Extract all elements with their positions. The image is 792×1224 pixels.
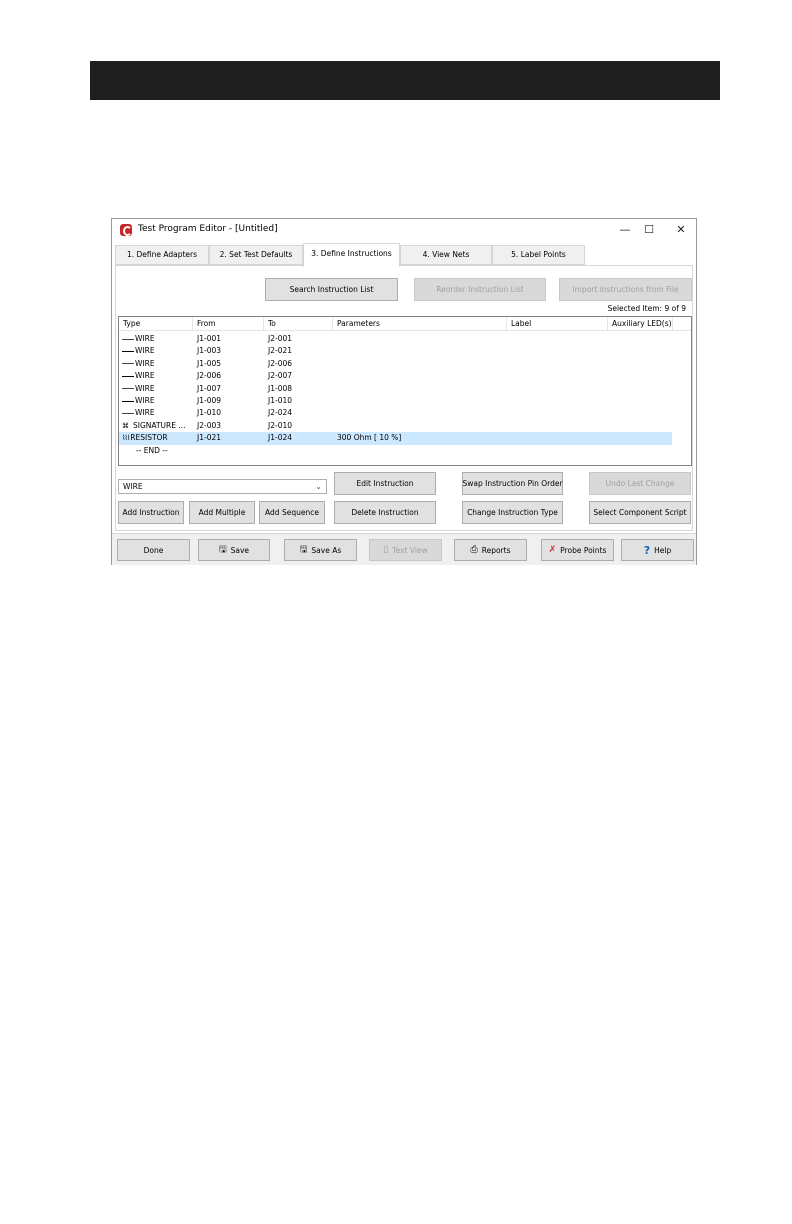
app-logo-icon	[120, 224, 132, 236]
define-instructions-panel: Search Instruction List Reorder Instruct…	[115, 265, 693, 531]
test-program-editor-window: Test Program Editor - [Untitled] — ☐ ✕ 1…	[111, 218, 697, 565]
column-header-from[interactable]: From	[193, 317, 264, 330]
swap-pin-order-button[interactable]: Swap Instruction Pin Order	[462, 472, 563, 495]
document-icon: ▯	[383, 545, 389, 555]
save-as-icon: 🖫	[299, 545, 308, 555]
table-row[interactable]: WIRE J1-007 J1-008	[119, 383, 672, 395]
wire-icon	[122, 412, 134, 414]
table-row[interactable]: WIRE J1-009 J1-010	[119, 395, 672, 407]
wire-icon	[122, 338, 134, 340]
table-row[interactable]: WIRE J1-003 J2-021	[119, 345, 672, 357]
add-multiple-button[interactable]: Add Multiple	[189, 501, 255, 524]
list-header: Type From To Parameters Label Auxiliary …	[119, 317, 691, 331]
tab-define-instructions[interactable]: 3. Define Instructions	[303, 243, 400, 267]
maximize-button[interactable]: ☐	[639, 222, 659, 238]
delete-instruction-button[interactable]: Delete Instruction	[334, 501, 436, 524]
select-component-script-button[interactable]: Select Component Script	[589, 501, 691, 524]
table-row[interactable]: ⌘ SIGNATURE ... J2-003 J2-010	[119, 420, 672, 432]
close-button[interactable]: ✕	[671, 222, 691, 238]
instruction-list[interactable]: Type From To Parameters Label Auxiliary …	[118, 316, 692, 466]
table-row-selected[interactable]: ⌇⌇⌇RESISTOR J1-021 J1-024 300 Ohm [ 10 %…	[119, 432, 672, 445]
resistor-icon: ⌇⌇⌇	[122, 434, 130, 443]
wire-icon	[122, 400, 134, 402]
help-icon: ?	[643, 543, 651, 557]
window-title: Test Program Editor - [Untitled]	[138, 224, 278, 234]
tab-define-adapters[interactable]: 1. Define Adapters	[115, 245, 209, 265]
add-instruction-button[interactable]: Add Instruction	[118, 501, 184, 524]
search-instruction-list-button[interactable]: Search Instruction List	[265, 278, 398, 301]
save-button[interactable]: 🖫 Save	[198, 539, 270, 561]
table-row[interactable]: WIRE J1-005 J2-006	[119, 358, 672, 370]
text-view-button[interactable]: ▯ Text View	[369, 539, 442, 561]
reorder-instruction-list-button[interactable]: Reorder Instruction List	[414, 278, 546, 301]
column-header-type[interactable]: Type	[119, 317, 193, 330]
done-button[interactable]: Done	[117, 539, 190, 561]
instruction-type-select[interactable]: WIRE ⌄	[118, 479, 327, 494]
wire-icon	[122, 350, 134, 352]
title-bar: Test Program Editor - [Untitled] — ☐ ✕	[112, 219, 696, 243]
tab-set-test-defaults[interactable]: 2. Set Test Defaults	[209, 245, 303, 265]
column-header-to[interactable]: To	[264, 317, 333, 330]
bottom-button-bar: Done 🖫 Save 🖫 Save As ▯ Text View ⎙ Reports …	[112, 533, 696, 565]
probe-points-button[interactable]: ✗ Probe Points	[541, 539, 614, 561]
page-header-bar	[90, 61, 720, 100]
table-row[interactable]: WIRE J2-006 J2-007	[119, 370, 672, 382]
reports-button[interactable]: ⎙ Reports	[454, 539, 527, 561]
save-icon: 🖫	[218, 545, 227, 555]
wire-icon	[122, 388, 134, 390]
probe-icon: ✗	[548, 545, 557, 555]
list-end-marker[interactable]: -- END --	[119, 445, 672, 457]
table-row[interactable]: WIRE J1-001 J2-001	[119, 333, 672, 345]
chevron-down-icon: ⌄	[315, 482, 322, 491]
column-header-auxiliary-leds[interactable]: Auxiliary LED(s)	[608, 317, 673, 330]
wire-icon	[122, 363, 134, 365]
edit-instruction-button[interactable]: Edit Instruction	[334, 472, 436, 495]
import-instructions-button[interactable]: Import Instructions from File	[559, 278, 692, 301]
help-button[interactable]: ? Help	[621, 539, 694, 561]
selected-item-count: Selected Item: 9 of 9	[607, 304, 686, 313]
wire-icon	[122, 375, 134, 377]
column-header-parameters[interactable]: Parameters	[333, 317, 507, 330]
printer-icon: ⎙	[470, 545, 478, 555]
tab-label-points[interactable]: 5. Label Points	[492, 245, 585, 265]
signature-icon: ⌘	[122, 421, 129, 430]
save-as-button[interactable]: 🖫 Save As	[284, 539, 357, 561]
column-header-label[interactable]: Label	[507, 317, 608, 330]
tab-view-nets[interactable]: 4. View Nets	[400, 245, 492, 265]
undo-last-change-button[interactable]: Undo Last Change	[589, 472, 691, 495]
change-instruction-type-button[interactable]: Change Instruction Type	[462, 501, 563, 524]
minimize-button[interactable]: —	[615, 222, 635, 238]
table-row[interactable]: WIRE J1-010 J2-024	[119, 407, 672, 419]
add-sequence-button[interactable]: Add Sequence	[259, 501, 325, 524]
